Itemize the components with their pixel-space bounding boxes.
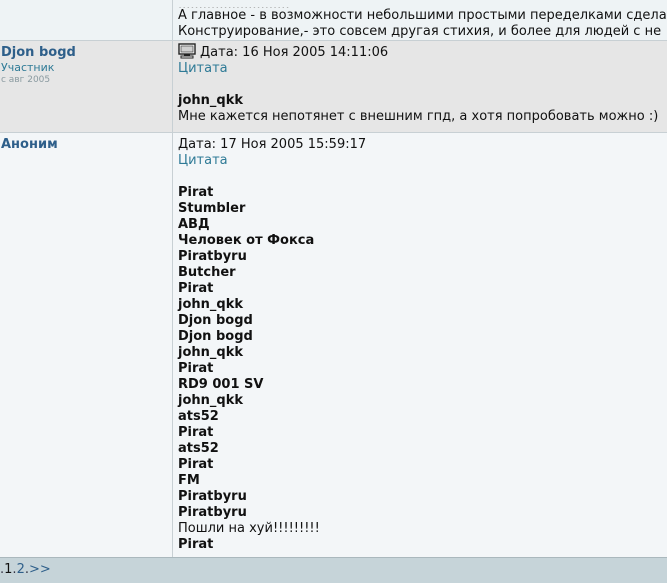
list-item: Пошли на хуй!!!!!!!!! [178,521,320,536]
list-item: Pirat [178,185,214,200]
list-item: Pirat [178,281,214,296]
list-item: Djon bogd [178,329,253,344]
post-content: Дата: 17 Ноя 2005 15:59:17 Цитата Pirat … [173,133,667,557]
author-column: Аноним [0,133,173,557]
post-date: Дата: 17 Ноя 2005 15:59:17 [178,137,367,152]
list-item: Pirat [178,537,214,552]
list-item: FM [178,473,200,488]
post-text: Мне кажется непотянет с внешним гпд, а х… [178,109,659,124]
list-item: Piratbyru [178,505,247,520]
post-content: ........................... А главное - … [173,0,667,40]
post-date: Дата: 16 Ноя 2005 14:11:06 [200,45,389,60]
list-item: Butcher [178,265,236,280]
list-item: Piratbyru [178,489,247,504]
list-item: Stumbler [178,201,246,216]
post-djon-bogd: Djon bogd Участник с авг 2005 Дата: 16 Н… [0,41,667,133]
pager-page-2-link[interactable]: 2 [17,562,25,577]
author-column: Djon bogd Участник с авг 2005 [0,41,173,132]
list-item: Pirat [178,457,214,472]
list-item: john_qkk [178,393,243,408]
post-meta: Дата: 17 Ноя 2005 15:59:17 [178,137,667,153]
post-content: Дата: 16 Ноя 2005 14:11:06 Цитата john_q… [173,41,667,132]
previous-post: ........................... А главное - … [0,0,667,41]
author-name-link[interactable]: Djon bogd [1,45,172,61]
list-item: Pirat [178,425,214,440]
pager-next-link[interactable]: >> [29,562,51,577]
pagination: .1.2.>> [0,557,667,583]
post-text-line: Конструирование,- это совсем другая стих… [178,24,662,39]
list-item: john_qkk [178,345,243,360]
quote-link[interactable]: Цитата [178,153,667,169]
name-list: Pirat Stumbler АВД Человек от Фокса Pira… [178,185,667,553]
list-item: Pirat [178,361,214,376]
forum-thread: ........................... А главное - … [0,0,667,583]
author-column [0,0,173,40]
list-item: Человек от Фокса [178,233,315,248]
post-meta: Дата: 16 Ноя 2005 14:11:06 [178,42,667,61]
list-item: john_qkk [178,297,243,312]
list-item: Piratbyru [178,249,247,264]
list-item: Djon bogd [178,313,253,328]
post-text-line: А главное - в возможности небольшими про… [178,8,667,23]
list-item: RD9 001 SV [178,377,264,392]
list-item: АВД [178,217,210,232]
quoted-author: john_qkk [178,93,243,108]
quote-link[interactable]: Цитата [178,61,667,77]
list-item: ats52 [178,409,219,424]
list-item: ats52 [178,441,219,456]
author-name: Аноним [1,137,58,152]
author-role: Участник [1,61,55,74]
post-anonymous: Аноним Дата: 17 Ноя 2005 15:59:17 Цитата… [0,133,667,557]
author-since: с авг 2005 [1,75,51,85]
